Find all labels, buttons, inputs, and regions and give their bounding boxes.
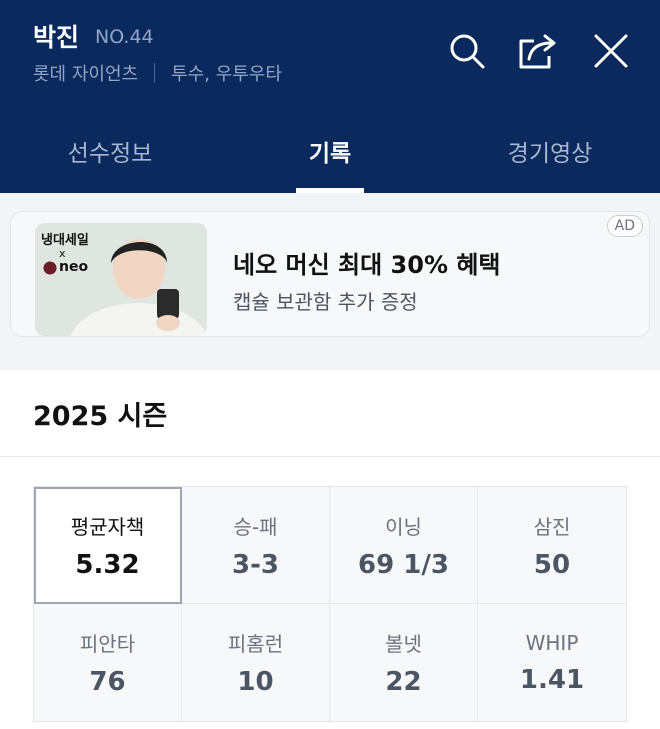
stat-era[interactable]: 평균자책 5.32 (34, 487, 182, 604)
ad-image-caption: 냉대세일 (41, 233, 89, 248)
share-icon (519, 34, 556, 69)
tab-records[interactable]: 기록 (220, 110, 440, 193)
stat-value: 3-3 (232, 549, 279, 580)
stat-value: 1.41 (519, 664, 585, 695)
stat-label: 피안타 (79, 632, 136, 656)
stat-label: 피홈런 (227, 632, 284, 656)
ad-image-brand: neo (59, 259, 89, 275)
stat-value: 10 (237, 667, 274, 697)
stat-label: 평균자책 (70, 514, 145, 539)
tab-game-video[interactable]: 경기영상 (440, 110, 660, 193)
tab-bar: 선수정보 기록 경기영상 (0, 110, 660, 193)
stat-strikeouts[interactable]: 삼진 50 (478, 487, 626, 604)
stat-value: 22 (385, 667, 422, 697)
share-button[interactable] (518, 30, 560, 72)
ad-title: 네오 머신 최대 30% 혜택 (233, 251, 501, 279)
stat-hits-allowed[interactable]: 피안타 76 (34, 604, 182, 721)
ad-subtitle: 캡슐 보관함 추가 증정 (233, 290, 418, 314)
stats-grid: 평균자책 5.32 승-패 3-3 이닝 69 1/3 삼진 50 피안타 76… (33, 486, 627, 722)
stat-value: 69 1/3 (358, 549, 449, 580)
stat-home-runs-allowed[interactable]: 피홈런 10 (182, 604, 330, 721)
close-icon (594, 34, 628, 68)
tab-player-info[interactable]: 선수정보 (0, 110, 220, 193)
section-divider (0, 456, 660, 457)
stat-label: WHIP (525, 630, 579, 655)
ad-badge[interactable]: AD (606, 215, 643, 237)
player-header: 박진 NO.44 롯데 자이언츠 투수, 우투우타 선수정보 기록 경기영상 (0, 0, 660, 193)
stat-label: 이닝 (385, 514, 422, 539)
player-position: 투수, 우투우타 (171, 64, 282, 85)
stat-label: 볼넷 (385, 632, 422, 656)
stat-innings[interactable]: 이닝 69 1/3 (330, 487, 478, 604)
search-button[interactable] (446, 30, 488, 72)
ad-section: AD 냉대세일 x neo 네오 머신 최대 30% 혜택 캡슐 보관함 추가 … (0, 193, 660, 353)
season-stats-section: 2025 시즌 평균자책 5.32 승-패 3-3 이닝 69 1/3 삼진 5… (0, 370, 660, 729)
close-button[interactable] (590, 30, 632, 72)
meta-divider (154, 63, 156, 83)
ad-image: 냉대세일 x neo (35, 223, 207, 336)
team-name[interactable]: 롯데 자이언츠 (33, 60, 138, 86)
brand-logo-icon (43, 261, 57, 275)
season-title: 2025 시즌 (33, 401, 168, 432)
player-meta: 롯데 자이언츠 투수, 우투우타 (33, 60, 282, 86)
ad-banner[interactable]: AD 냉대세일 x neo 네오 머신 최대 30% 혜택 캡슐 보관함 추가 … (10, 211, 650, 337)
search-icon (450, 34, 485, 69)
stat-value: 76 (89, 667, 126, 697)
stat-label: 승-패 (233, 514, 278, 539)
stat-walks[interactable]: 볼넷 22 (330, 604, 478, 721)
player-name: 박진 (33, 23, 80, 52)
stat-win-loss[interactable]: 승-패 3-3 (182, 487, 330, 604)
stat-value: 5.32 (75, 549, 140, 580)
stat-value: 50 (533, 549, 571, 580)
player-number: NO.44 (95, 26, 154, 48)
stat-label: 삼진 (533, 514, 571, 539)
stat-whip[interactable]: WHIP 1.41 (478, 604, 626, 721)
